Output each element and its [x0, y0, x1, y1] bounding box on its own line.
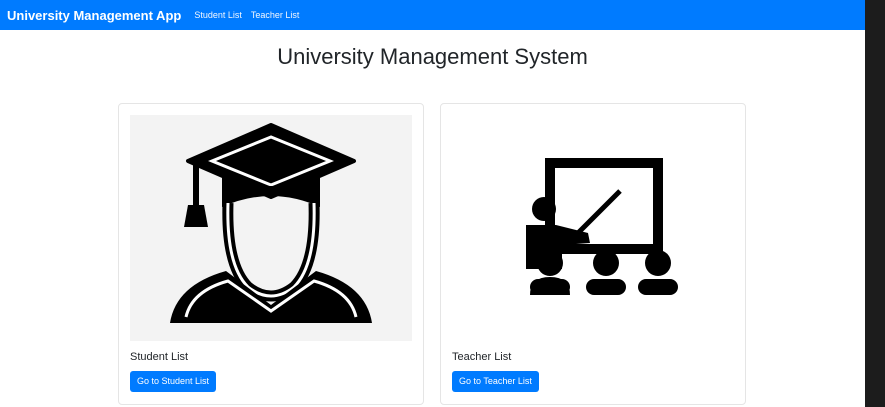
card-title-student: Student List: [130, 351, 189, 363]
teacher-card: Teacher List Go to Teacher List: [440, 103, 746, 405]
page-title: University Management System: [277, 44, 588, 69]
nav-link-teacher-list[interactable]: Teacher List: [251, 10, 300, 20]
navbar: University Management App Student List T…: [0, 0, 865, 30]
teacher-classroom-icon: [452, 115, 734, 341]
window-edge: [865, 0, 885, 407]
student-card: Student List Go to Student List: [118, 103, 424, 405]
navbar-brand[interactable]: University Management App: [7, 8, 181, 23]
card-title-teacher: Teacher List: [452, 351, 512, 363]
go-to-teacher-list-button[interactable]: Go to Teacher List: [452, 371, 539, 392]
go-to-student-list-button[interactable]: Go to Student List: [130, 371, 217, 392]
graduate-student-icon: [130, 115, 412, 341]
nav-link-student-list[interactable]: Student List: [194, 10, 242, 20]
